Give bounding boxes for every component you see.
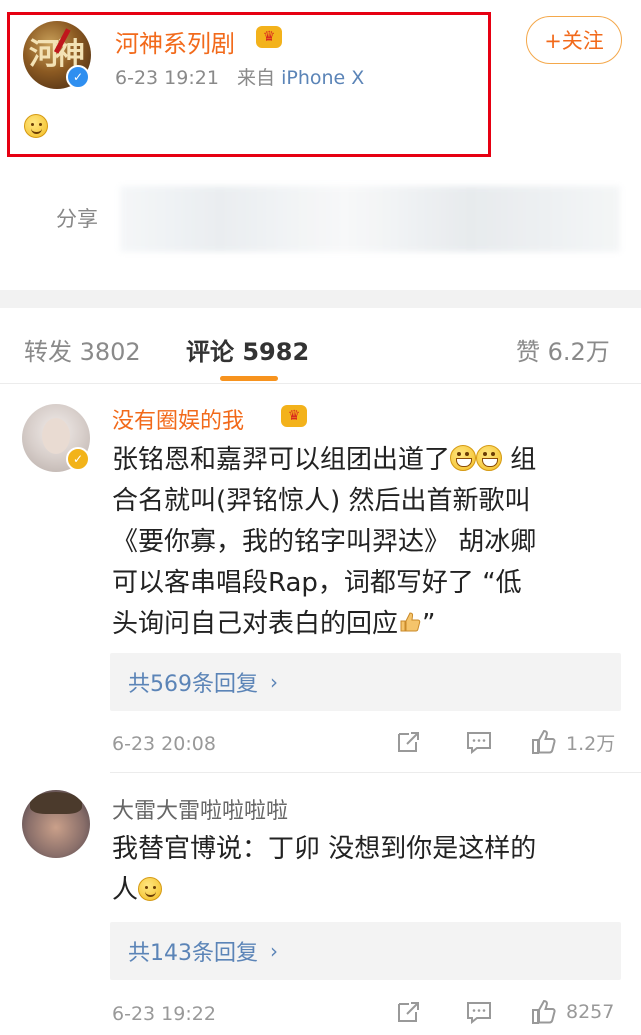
share-label: 分享 [56, 207, 98, 231]
like-button[interactable]: 8257 [530, 998, 614, 1026]
comment-line: 可以客串唱段Rap，词都写好了 “低 [112, 568, 522, 598]
comment-separator [110, 772, 641, 773]
comment-author-name[interactable]: 大雷大雷啦啦啦啦 [112, 793, 288, 825]
like-button[interactable]: 1.2万 [530, 728, 615, 756]
thumbs-up-icon [532, 999, 556, 1024]
view-replies-button[interactable]: 共143条回复 › [110, 922, 621, 980]
grin-icon [476, 445, 503, 471]
comment-icon [467, 732, 491, 754]
comment-line: 《要你寡，我的铭字叫羿达》 胡冰卿 [112, 527, 537, 557]
thumbs-up-emoji-icon [400, 612, 421, 632]
comment-time: 6-23 19:22 [112, 1003, 216, 1025]
highlight-box [7, 12, 491, 157]
comment-line: 张铭恩和嘉羿可以组团出道了 组 [112, 445, 537, 475]
tab-like[interactable]: 赞 6.2万 [516, 332, 610, 367]
blurred-share-content [120, 186, 620, 252]
section-divider [0, 290, 641, 308]
share-icon [398, 732, 419, 752]
post-tabs: 转发 3802 评论 5982 赞 6.2万 [0, 308, 641, 384]
repost-button[interactable] [396, 1000, 422, 1024]
follow-button[interactable]: +关注 [526, 16, 622, 64]
comment-button[interactable] [465, 1000, 493, 1024]
comment-author-name[interactable]: 没有圈娱的我 [112, 403, 244, 435]
tab-repost[interactable]: 转发 3802 [24, 332, 141, 367]
like-count: 8257 [566, 1001, 615, 1023]
comment-icon [467, 1002, 491, 1024]
comment-line: 我替官博说：丁卯 没想到你是这样的 [112, 834, 537, 864]
comment-body: 张铭恩和嘉羿可以组团出道了 组 合名就叫(羿铭惊人) 然后出首新歌叫 《要你寡，… [112, 440, 536, 645]
comment-avatar[interactable] [22, 790, 90, 858]
thumbs-up-icon [532, 729, 556, 754]
grin-icon [450, 445, 477, 471]
comment-body: 我替官博说：丁卯 没想到你是这样的 人 [112, 829, 536, 911]
verified-badge-icon: ✓ [66, 447, 90, 471]
tab-comment[interactable]: 评论 5982 [186, 332, 309, 367]
comment-line: 人 [112, 870, 536, 911]
view-replies-button[interactable]: 共569条回复 › [110, 653, 621, 711]
comment-button[interactable] [465, 730, 493, 754]
comment-line: 合名就叫(羿铭惊人) 然后出首新歌叫 [112, 486, 531, 516]
repost-button[interactable] [396, 730, 422, 754]
comment-time: 6-23 20:08 [112, 733, 216, 755]
comment-line: 头询问自己对表白的回应” [112, 609, 436, 639]
chevron-right-icon: › [270, 939, 278, 963]
active-tab-indicator [220, 376, 278, 381]
like-count: 1.2万 [566, 732, 616, 755]
smiley-icon [138, 877, 163, 901]
weibo-post: 河神 ✓ 河神系列剧 ♛ 6-23 19:21 来自 iPhone X +关注 … [0, 0, 641, 290]
vip-crown-icon: ♛ [281, 405, 307, 427]
share-icon [398, 1002, 419, 1022]
chevron-right-icon: › [270, 670, 278, 694]
